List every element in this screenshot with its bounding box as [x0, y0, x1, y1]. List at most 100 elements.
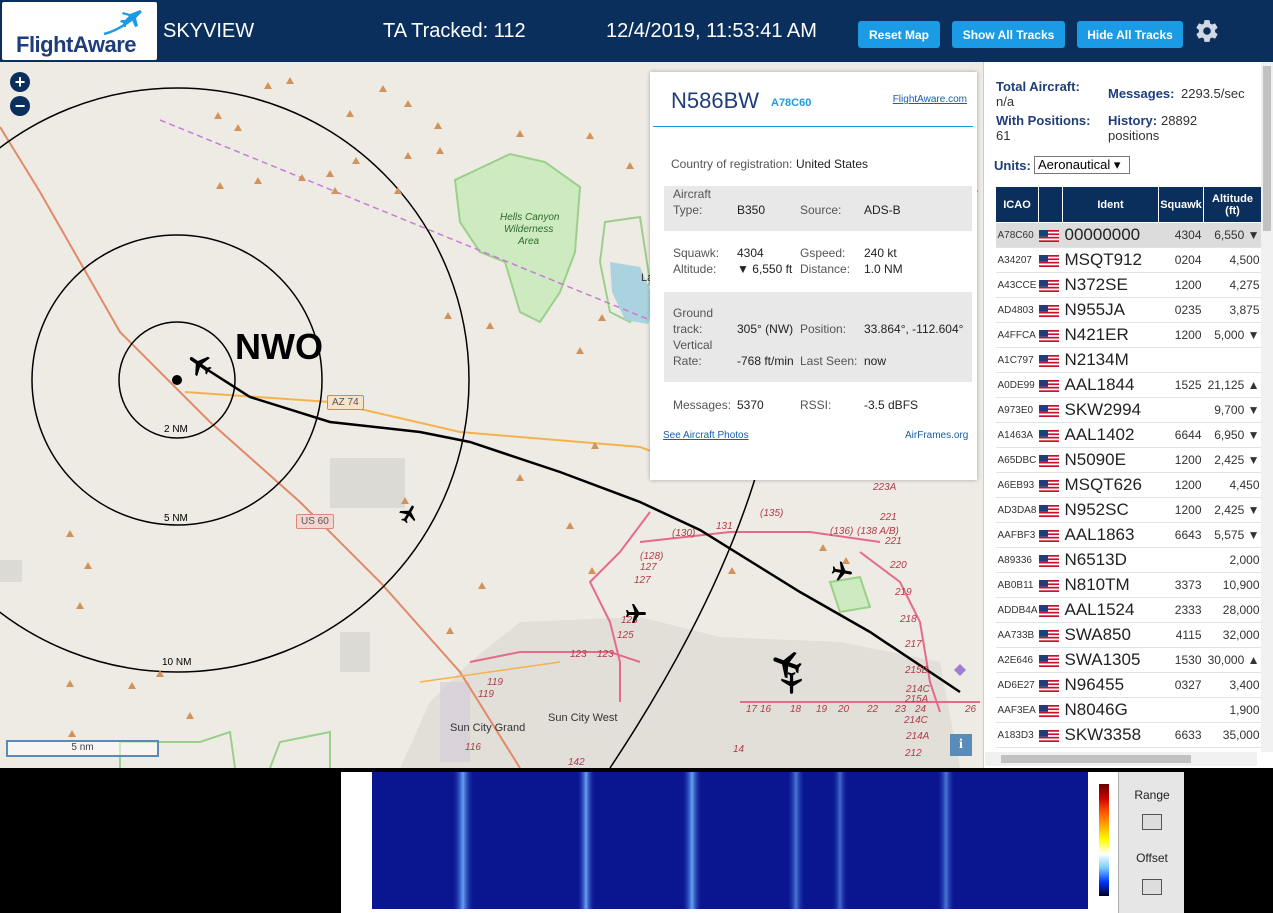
table-cell-ident: N421ER — [1062, 322, 1159, 348]
place-label: Area — [518, 236, 540, 247]
table-cell-altitude — [1203, 347, 1261, 373]
table-row[interactable]: AB0B11 N810TM 3373 10,900 — [995, 572, 1261, 598]
table-row[interactable]: A0DE99 AAL1844 1525 21,125 ▲ — [995, 372, 1261, 398]
country-value: United States — [796, 157, 869, 171]
table-row[interactable]: AD4803 N955JA 0235 3,875 — [995, 297, 1261, 323]
column-header-flag[interactable] — [1038, 186, 1063, 223]
table-row[interactable]: AAF3EA N8046G 1,900 — [995, 697, 1261, 723]
zoom-in-button[interactable]: + — [10, 72, 30, 92]
table-cell-icao: A78C60 — [995, 222, 1039, 248]
table-cell-ident: N372SE — [1062, 272, 1159, 298]
table-cell-altitude: 5,000 ▼ — [1203, 322, 1261, 348]
history-value: 28892 — [1161, 113, 1198, 128]
total-aircraft-value: n/a — [996, 94, 1015, 109]
airframes-link[interactable]: AirFrames.org — [905, 430, 968, 441]
table-cell-flag — [1038, 497, 1063, 523]
map-info-button[interactable]: i — [950, 734, 972, 756]
show-all-tracks-button[interactable]: Show All Tracks — [952, 21, 1065, 48]
route-number-label: 26 — [965, 704, 977, 715]
route-number-label: 215B — [905, 665, 929, 676]
table-cell-ident: 00000000 — [1062, 222, 1159, 248]
table-cell-ident: N810TM — [1062, 572, 1159, 598]
table-row[interactable]: A89336 N6513D 2,000 — [995, 547, 1261, 573]
table-cell-altitude: 4,450 — [1203, 472, 1261, 498]
table-cell-ident: N8046G — [1062, 697, 1159, 723]
table-cell-altitude: 21,125 ▲ — [1203, 372, 1261, 398]
table-row[interactable]: A1C797 N2134M — [995, 347, 1261, 373]
table-cell-flag — [1038, 522, 1063, 548]
aircraft-icon[interactable] — [830, 560, 854, 584]
vertical-rate-label: Vertical — [673, 338, 713, 352]
table-row[interactable]: A6EB93 MSQT626 1200 4,450 — [995, 472, 1261, 498]
table-cell-squawk: 1525 — [1158, 372, 1204, 398]
table-row[interactable]: AD6E27 N96455 0327 3,400 — [995, 672, 1261, 698]
column-header-ident[interactable]: Ident — [1062, 186, 1159, 223]
table-cell-ident: SWA1305 — [1062, 647, 1159, 673]
table-row[interactable]: A34207 MSQT912 0204 4,500 — [995, 247, 1261, 273]
spectrum-controls: Range Offset — [1118, 772, 1184, 913]
place-label: Sun City West — [548, 712, 618, 724]
table-cell-ident: N96455 — [1062, 672, 1159, 698]
table-row[interactable]: AA733B SWA850 4115 32,000 — [995, 622, 1261, 648]
gear-icon[interactable] — [1194, 18, 1220, 44]
table-cell-icao: A6EB93 — [995, 472, 1039, 498]
column-header-icao[interactable]: ICAO — [995, 186, 1039, 223]
table-cell-squawk: 1200 — [1158, 272, 1204, 298]
table-row[interactable]: A973E0 SKW2994 9,700 ▼ — [995, 397, 1261, 423]
us-flag-icon — [1038, 255, 1059, 268]
column-header-squawk[interactable]: Squawk — [1158, 186, 1204, 223]
table-cell-icao: AB0B11 — [995, 572, 1039, 598]
route-number-label: 19 — [816, 704, 828, 715]
us-flag-icon — [1038, 680, 1059, 693]
horizontal-scrollbar[interactable] — [985, 752, 1257, 766]
aircraft-icon[interactable] — [624, 602, 648, 626]
aircraft-icon[interactable] — [398, 503, 420, 525]
offset-slider[interactable] — [1142, 879, 1162, 895]
table-row[interactable]: A65DBC N5090E 1200 2,425 ▼ — [995, 447, 1261, 473]
route-number-label: 214A — [906, 731, 930, 742]
table-row[interactable]: A43CCE N372SE 1200 4,275 — [995, 272, 1261, 298]
place-label: Wilderness — [504, 224, 554, 235]
hide-all-tracks-button[interactable]: Hide All Tracks — [1077, 21, 1183, 48]
aircraft-icon[interactable] — [778, 670, 804, 696]
aircraft-photos-link[interactable]: See Aircraft Photos — [663, 430, 749, 441]
us-flag-icon — [1038, 355, 1059, 368]
table-row[interactable]: A2E646 SWA1305 1530 30,000 ▲ — [995, 647, 1261, 673]
vertical-scrollbar[interactable] — [1261, 62, 1273, 752]
aircraft-icon-selected[interactable] — [186, 350, 214, 378]
flightaware-logo[interactable]: FlightAware — [2, 2, 157, 60]
route-number-label: 23 — [895, 704, 907, 715]
table-row[interactable]: AD3DA8 N952SC 1200 2,425 ▼ — [995, 497, 1261, 523]
messages-rate-label: Messages: — [1108, 86, 1175, 101]
units-select[interactable]: Aeronautical ▾ — [1034, 156, 1130, 174]
table-cell-icao: AD6E27 — [995, 672, 1039, 698]
history-label: History: — [1108, 113, 1158, 128]
table-row[interactable]: ADDB4A AAL1524 2333 28,000 — [995, 597, 1261, 623]
table-cell-flag — [1038, 322, 1063, 348]
ground-track-label: Ground — [673, 306, 714, 320]
range-slider[interactable] — [1142, 814, 1162, 830]
waterfall-display — [372, 772, 1088, 909]
popup-hex[interactable]: A78C60 — [771, 97, 811, 109]
route-number-label: 125 — [617, 630, 634, 641]
route-number-label: 221 — [880, 512, 897, 523]
us-flag-icon — [1038, 630, 1059, 643]
table-row[interactable]: A1463A AAL1402 6644 6,950 ▼ — [995, 422, 1261, 448]
table-cell-ident: AAL1844 — [1062, 372, 1159, 398]
table-row[interactable]: A183D3 SKW3358 6633 35,000 — [995, 722, 1261, 748]
table-cell-icao: AD4803 — [995, 297, 1039, 323]
table-cell-squawk: 6633 — [1158, 722, 1204, 748]
route-number-label: 123 — [570, 649, 587, 660]
table-cell-squawk — [1158, 347, 1204, 373]
zoom-out-button[interactable]: − — [10, 96, 30, 116]
aircraft-table: ICAO Ident Squawk Altitude (ft) A78C60 00… — [995, 186, 1261, 752]
flightaware-link[interactable]: FlightAware.com — [893, 94, 967, 105]
table-cell-flag — [1038, 247, 1063, 273]
reset-map-button[interactable]: Reset Map — [858, 21, 940, 48]
table-row[interactable]: A4FFCA N421ER 1200 5,000 ▼ — [995, 322, 1261, 348]
table-row[interactable]: AAFBF3 AAL1863 6643 5,575 ▼ — [995, 522, 1261, 548]
column-header-altitude[interactable]: Altitude (ft) — [1203, 186, 1261, 223]
table-row[interactable]: A78C60 00000000 4304 6,550 ▼ — [995, 222, 1261, 248]
position-label: Position: — [800, 322, 847, 336]
route-number-label: 14 — [733, 744, 745, 755]
